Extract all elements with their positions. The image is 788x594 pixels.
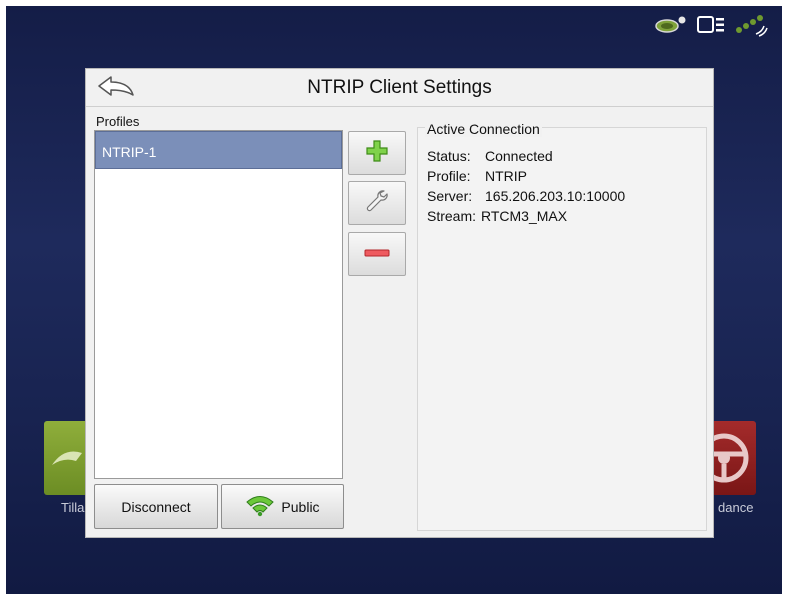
add-profile-button[interactable]: [348, 131, 406, 175]
display-module-icon[interactable]: [694, 12, 728, 38]
dialog-title: NTRIP Client Settings: [307, 77, 492, 98]
profiles-label: Profiles: [96, 114, 140, 129]
public-button[interactable]: Public: [221, 484, 344, 529]
status-bar: [654, 12, 768, 38]
connection-details: Status: Connected Profile: NTRIP Server:…: [427, 146, 625, 226]
tillage-tile-label: Tilla: [61, 500, 85, 515]
minus-icon: [364, 245, 390, 263]
wrench-icon: [364, 188, 390, 219]
profile-row: Profile: NTRIP: [427, 166, 625, 186]
remove-profile-button[interactable]: [348, 232, 406, 276]
stream-value: RTCM3_MAX: [481, 208, 568, 224]
edit-profile-button[interactable]: [348, 181, 406, 225]
profile-label: Profile:: [427, 168, 471, 184]
plus-icon: [365, 139, 389, 168]
profile-list[interactable]: NTRIP-1: [94, 130, 343, 479]
disconnect-button-label: Disconnect: [121, 498, 191, 515]
server-row: Server: 165.206.203.10:10000: [427, 186, 625, 206]
stream-row: Stream: RTCM3_MAX: [427, 206, 625, 226]
stream-label: Stream:: [427, 208, 477, 224]
disconnect-button[interactable]: Disconnect: [94, 484, 218, 529]
profile-value: NTRIP: [485, 168, 527, 184]
wifi-icon: [245, 493, 275, 520]
status-label: Status:: [427, 148, 471, 164]
profile-item-ntrip-1[interactable]: NTRIP-1: [95, 131, 342, 169]
dialog-header: NTRIP Client Settings: [86, 69, 713, 107]
public-button-label: Public: [281, 498, 320, 515]
active-connection-title: Active Connection: [425, 121, 542, 137]
status-row: Status: Connected: [427, 146, 625, 166]
ntrip-settings-dialog: NTRIP Client Settings Profiles NTRIP-1 D…: [85, 68, 714, 538]
server-label: Server:: [427, 188, 473, 204]
guidance-tile-label: dance: [718, 500, 754, 515]
status-value: Connected: [485, 148, 553, 164]
server-value: 165.206.203.10:10000: [485, 188, 626, 204]
satellite-signal-icon[interactable]: [734, 12, 768, 38]
gps-receiver-icon[interactable]: [654, 12, 688, 38]
